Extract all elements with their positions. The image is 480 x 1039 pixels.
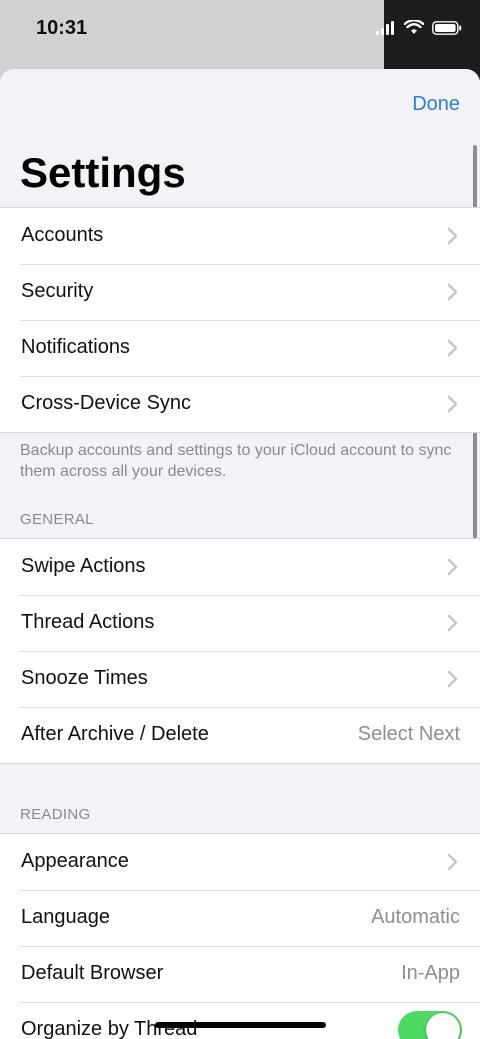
chevron-right-icon <box>447 227 458 245</box>
row-value: Select Next <box>357 723 460 745</box>
sync-footer-note: Backup accounts and settings to your iCl… <box>20 442 452 480</box>
row-label: After Archive / Delete <box>21 723 209 745</box>
row-accounts[interactable]: Accounts <box>0 208 480 264</box>
done-button[interactable]: Done <box>412 93 460 116</box>
row-after-archive-delete[interactable]: After Archive / Delete Select Next <box>0 707 480 763</box>
section-header-reading: READING <box>20 806 91 823</box>
status-bar: 10:31 <box>0 0 480 60</box>
page-title: Settings <box>20 149 186 196</box>
reading-group: Appearance Language Automatic Default Br… <box>0 833 480 1039</box>
row-label: Language <box>21 906 110 928</box>
row-organize-by-thread: Organize by Thread <box>0 1002 480 1039</box>
row-label: Security <box>21 280 94 302</box>
chevron-right-icon <box>447 614 458 632</box>
row-notifications[interactable]: Notifications <box>0 320 480 376</box>
accounts-group: Accounts Security Notifications Cross-De… <box>0 207 480 433</box>
chevron-right-icon <box>447 670 458 688</box>
row-label: Notifications <box>21 336 130 358</box>
chevron-right-icon <box>447 853 458 871</box>
row-swipe-actions[interactable]: Swipe Actions <box>0 539 480 595</box>
signal-icon <box>376 20 394 35</box>
row-thread-actions[interactable]: Thread Actions <box>0 595 480 651</box>
row-default-browser[interactable]: Default Browser In-App <box>0 946 480 1002</box>
battery-icon <box>432 20 462 35</box>
row-label: Thread Actions <box>21 611 155 633</box>
toggle-knob <box>426 1013 460 1039</box>
row-value: Automatic <box>371 906 460 928</box>
general-group: Swipe Actions Thread Actions Snooze Time… <box>0 538 480 764</box>
chevron-right-icon <box>447 283 458 301</box>
settings-sheet: Done Settings Accounts Security Notifica… <box>0 69 480 1039</box>
row-cross-device-sync[interactable]: Cross-Device Sync <box>0 376 480 432</box>
row-value: In-App <box>401 962 460 984</box>
row-appearance[interactable]: Appearance <box>0 834 480 890</box>
chevron-right-icon <box>447 395 458 413</box>
row-snooze-times[interactable]: Snooze Times <box>0 651 480 707</box>
row-language[interactable]: Language Automatic <box>0 890 480 946</box>
row-label: Default Browser <box>21 962 164 984</box>
section-header-general: GENERAL <box>20 511 94 528</box>
row-security[interactable]: Security <box>0 264 480 320</box>
wifi-icon <box>404 20 424 34</box>
row-label: Cross-Device Sync <box>21 392 192 414</box>
row-label: Snooze Times <box>21 667 148 689</box>
chevron-right-icon <box>447 558 458 576</box>
status-icons <box>376 20 462 35</box>
home-indicator[interactable] <box>155 1022 326 1028</box>
row-label: Swipe Actions <box>21 555 146 577</box>
row-label: Accounts <box>21 224 104 246</box>
status-time: 10:31 <box>36 17 88 39</box>
organize-by-thread-toggle[interactable] <box>398 1011 462 1039</box>
chevron-right-icon <box>447 339 458 357</box>
row-label: Appearance <box>21 850 129 872</box>
